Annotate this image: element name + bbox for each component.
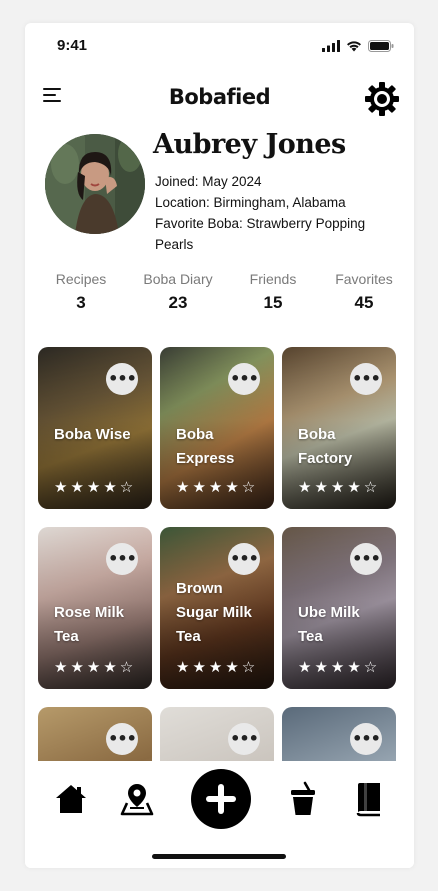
star-rating: ★★★★☆ bbox=[176, 658, 259, 676]
star-rating: ★★★★☆ bbox=[298, 658, 381, 676]
more-options-button[interactable]: ••• bbox=[228, 723, 260, 755]
nav-home[interactable] bbox=[51, 779, 91, 819]
wifi-icon bbox=[347, 41, 361, 52]
stat-label: Boba Diary bbox=[143, 271, 213, 287]
home-indicator bbox=[152, 854, 286, 859]
signal-icon bbox=[322, 40, 340, 52]
nav-diary-book[interactable] bbox=[349, 779, 389, 819]
profile-joined: Joined: May 2024 bbox=[155, 174, 262, 189]
stat-boba-diary[interactable]: Boba Diary 23 bbox=[133, 271, 223, 313]
status-icons bbox=[322, 40, 394, 52]
boba-grid: ••• Boba Wise ★★★★☆ ••• Boba Express ★★★… bbox=[38, 347, 398, 761]
avatar-photo bbox=[45, 134, 145, 234]
gear-icon bbox=[365, 82, 399, 116]
boba-card[interactable]: ••• Boba Factory ★★★★☆ bbox=[282, 347, 396, 509]
card-title: Boba Factory bbox=[298, 426, 353, 467]
profile-avatar[interactable] bbox=[45, 134, 145, 234]
nav-map[interactable] bbox=[117, 779, 157, 819]
nav-boba-diary[interactable] bbox=[283, 779, 323, 819]
boba-card[interactable]: ••• Rose Milk Tea ★★★★☆ bbox=[38, 527, 152, 689]
stat-value: 45 bbox=[354, 293, 374, 312]
app-header: Bobafied bbox=[25, 81, 414, 121]
more-options-button[interactable]: ••• bbox=[228, 363, 260, 395]
boba-card[interactable]: ••• Brown Sugar Milk Tea ★★★★☆ bbox=[160, 527, 274, 689]
profile-info: Joined: May 2024 Location: Birmingham, A… bbox=[155, 171, 405, 255]
boba-card[interactable]: ••• Boba Wise ★★★★☆ bbox=[38, 347, 152, 509]
status-time: 9:41 bbox=[57, 37, 88, 54]
stat-label: Recipes bbox=[55, 271, 107, 287]
profile-stats: Recipes 3 Boba Diary 23 Friends 15 Favor… bbox=[25, 271, 414, 321]
more-options-button[interactable]: ••• bbox=[228, 543, 260, 575]
profile-name: Aubrey Jones bbox=[153, 129, 346, 160]
more-options-button[interactable]: ••• bbox=[350, 363, 382, 395]
settings-button[interactable] bbox=[364, 81, 400, 117]
card-title: Boba Express bbox=[176, 426, 235, 467]
star-rating: ★★★★☆ bbox=[54, 658, 137, 676]
profile-favorite-boba: Favorite Boba: Strawberry Popping Pearls bbox=[155, 216, 366, 252]
boba-card[interactable]: ••• bbox=[38, 707, 152, 761]
boba-card[interactable]: ••• bbox=[282, 707, 396, 761]
card-title: Brown Sugar Milk Tea bbox=[176, 580, 252, 645]
star-rating: ★★★★☆ bbox=[298, 478, 381, 496]
stat-friends[interactable]: Friends 15 bbox=[228, 271, 318, 313]
more-options-button[interactable]: ••• bbox=[350, 543, 382, 575]
stat-label: Favorites bbox=[335, 271, 393, 287]
battery-icon bbox=[368, 40, 394, 52]
boba-card[interactable]: ••• Boba Express ★★★★☆ bbox=[160, 347, 274, 509]
boba-card[interactable]: ••• Ube Milk Tea ★★★★☆ bbox=[282, 527, 396, 689]
stat-value: 23 bbox=[168, 293, 188, 312]
stat-recipes[interactable]: Recipes 3 bbox=[36, 271, 126, 313]
profile-location: Location: Birmingham, Alabama bbox=[155, 195, 346, 210]
more-options-button[interactable]: ••• bbox=[106, 543, 138, 575]
boba-card[interactable]: ••• bbox=[160, 707, 274, 761]
star-rating: ★★★★☆ bbox=[54, 478, 137, 496]
card-title: Ube Milk Tea bbox=[298, 604, 360, 645]
nav-add-button[interactable] bbox=[191, 769, 251, 829]
star-rating: ★★★★☆ bbox=[176, 478, 259, 496]
stat-label: Friends bbox=[249, 271, 297, 287]
map-pin-icon bbox=[120, 784, 154, 816]
stat-value: 15 bbox=[263, 293, 283, 312]
more-options-button[interactable]: ••• bbox=[350, 723, 382, 755]
add-icon bbox=[206, 784, 236, 814]
diary-book-icon bbox=[356, 783, 380, 817]
home-icon bbox=[56, 785, 86, 813]
stat-favorites[interactable]: Favorites 45 bbox=[319, 271, 409, 313]
more-options-button[interactable]: ••• bbox=[106, 723, 138, 755]
bottom-nav bbox=[25, 761, 414, 868]
boba-cup-icon bbox=[291, 781, 315, 815]
more-options-button[interactable]: ••• bbox=[106, 363, 138, 395]
card-title: Boba Wise bbox=[54, 426, 131, 443]
stat-value: 3 bbox=[76, 293, 86, 312]
status-bar: 9:41 bbox=[25, 23, 414, 69]
phone-screen: 9:41 Bobafied Aubrey Jones Joined: May 2… bbox=[25, 23, 414, 868]
card-title: Rose Milk Tea bbox=[54, 604, 125, 645]
app-title: Bobafied bbox=[168, 85, 271, 109]
